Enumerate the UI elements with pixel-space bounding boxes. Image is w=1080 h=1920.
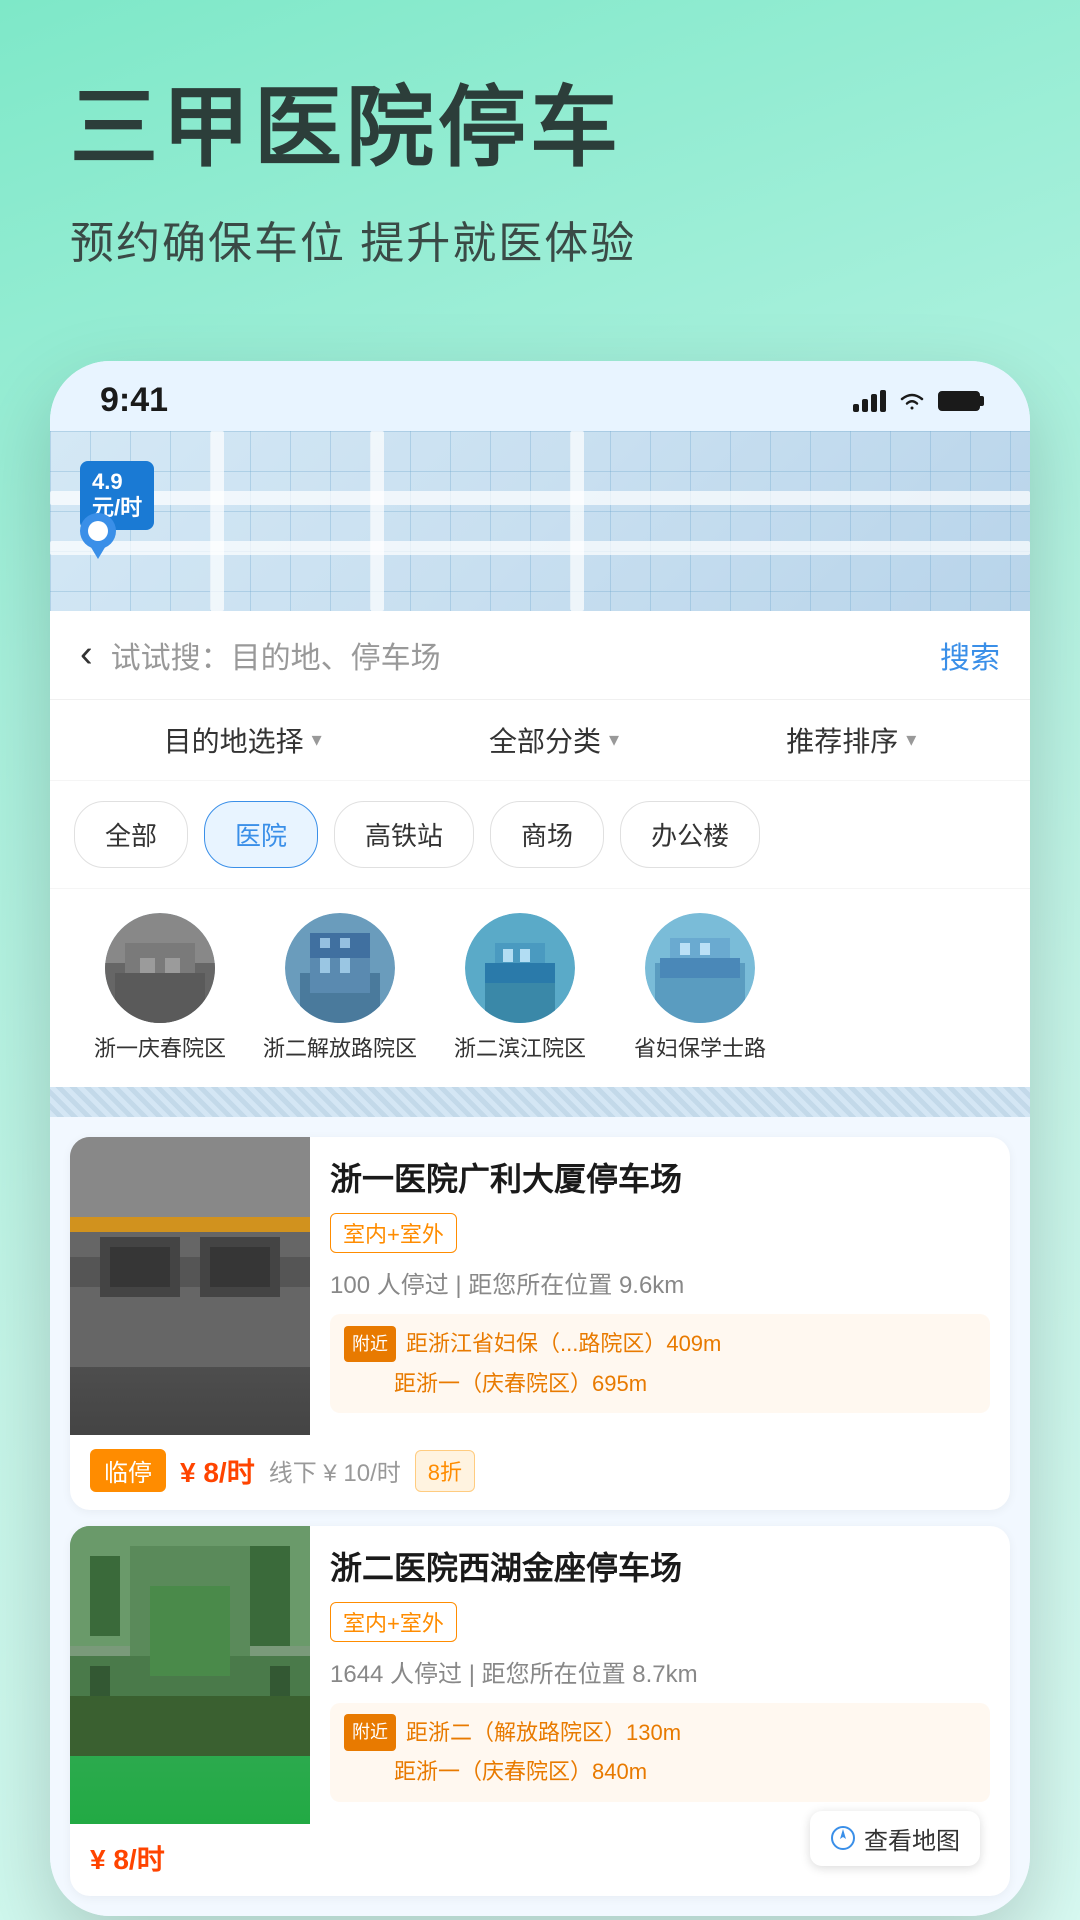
hospital-item-0[interactable]: 浙一庆春院区 xyxy=(70,913,250,1064)
nearby-label: 附近 xyxy=(344,1326,396,1362)
hospital-name-0: 浙一庆春院区 xyxy=(94,1035,226,1064)
hospital-name-1: 浙二解放路院区 xyxy=(263,1035,417,1064)
card-2-price-main: ¥ 8/时 xyxy=(90,1838,165,1878)
filter-sort-arrow: ▾ xyxy=(906,727,916,752)
signal-icon xyxy=(853,390,886,412)
card-1-price-original: 线下 ¥ 10/时 xyxy=(269,1453,401,1488)
card-2-nearby: 附近 距浙二（解放路院区）130m 距浙一（庆春院区）840m xyxy=(330,1703,990,1802)
parking-card-1[interactable]: 浙一医院广利大厦停车场 室内+室外 100 人停过 | 距您所在位置 9.6km… xyxy=(70,1137,1010,1510)
hospital-avatar-3 xyxy=(645,913,755,1023)
card-1-price-tag: 临停 xyxy=(90,1449,166,1492)
tab-highspeed[interactable]: 高铁站 xyxy=(334,801,474,868)
card-1-stats: 100 人停过 | 距您所在位置 9.6km xyxy=(330,1265,990,1300)
cards-area: 浙一医院广利大厦停车场 室内+室外 100 人停过 | 距您所在位置 9.6km… xyxy=(50,1117,1030,1916)
filter-sort[interactable]: 推荐排序 ▾ xyxy=(786,720,916,760)
card-1-nearby: 附近 距浙江省妇保（...路院区）409m 距浙一（庆春院区）695m xyxy=(330,1314,990,1413)
filter-destination-arrow: ▾ xyxy=(312,727,322,752)
hospital-item-1[interactable]: 浙二解放路院区 xyxy=(250,913,430,1064)
filter-row: 目的地选择 ▾ 全部分类 ▾ 推荐排序 ▾ xyxy=(50,700,1030,781)
card-2-title: 浙二医院西湖金座停车场 xyxy=(330,1548,990,1590)
tab-hospital[interactable]: 医院 xyxy=(204,801,318,868)
card-1-price-row: 临停 ¥ 8/时 线下 ¥ 10/时 8折 xyxy=(70,1435,1010,1510)
hospital-avatar-1 xyxy=(285,913,395,1023)
filter-destination[interactable]: 目的地选择 ▾ xyxy=(164,720,322,760)
card-2-nearby-0: 距浙二（解放路院区）130m xyxy=(406,1713,681,1753)
hospital-name-2: 浙二滨江院区 xyxy=(454,1035,586,1064)
search-bar: ‹ 试试搜：目的地、停车场 搜索 xyxy=(50,611,1030,700)
card-1-nearby-0: 距浙江省妇保（...路院区）409m xyxy=(406,1324,721,1364)
filter-category[interactable]: 全部分类 ▾ xyxy=(489,720,619,760)
filter-category-arrow: ▾ xyxy=(609,727,619,752)
map-pin xyxy=(78,511,118,566)
map-crosshatch xyxy=(50,1087,1030,1117)
card-1-price-main: ¥ 8/时 xyxy=(180,1451,255,1491)
phone-mockup: 9:41 xyxy=(50,361,1030,1916)
hospital-item-2[interactable]: 浙二滨江院区 xyxy=(430,913,610,1064)
card-1-badge: 室内+室外 xyxy=(330,1213,457,1253)
status-time: 9:41 xyxy=(100,381,168,420)
hospital-icons-row: 浙一庆春院区 浙二解放路院区 xyxy=(50,889,1030,1088)
hospital-avatar-0 xyxy=(105,913,215,1023)
tab-all[interactable]: 全部 xyxy=(74,801,188,868)
map-grid xyxy=(50,431,1030,611)
search-input[interactable]: 试试搜：目的地、停车场 xyxy=(111,633,922,677)
card-1-top: 浙一医院广利大厦停车场 室内+室外 100 人停过 | 距您所在位置 9.6km… xyxy=(70,1137,1010,1435)
hero-subtitle: 预约确保车位 提升就医体验 xyxy=(70,207,1010,271)
status-icons xyxy=(853,390,980,412)
card-1-nearby-1: 距浙一（庆春院区）695m xyxy=(394,1364,647,1404)
card-2-image xyxy=(70,1526,310,1824)
hero-section: 三甲医院停车 预约确保车位 提升就医体验 xyxy=(0,0,1080,331)
search-button[interactable]: 搜索 xyxy=(940,633,1000,677)
card-2-badge: 室内+室外 xyxy=(330,1602,457,1642)
hospital-avatar-2 xyxy=(465,913,575,1023)
navigation-icon xyxy=(830,1825,856,1851)
card-1-image xyxy=(70,1137,310,1435)
tab-mall[interactable]: 商场 xyxy=(490,801,604,868)
tab-office[interactable]: 办公楼 xyxy=(620,801,760,868)
hero-title: 三甲医院停车 xyxy=(70,80,1010,177)
back-button[interactable]: ‹ xyxy=(80,633,93,676)
card-2-info: 浙二医院西湖金座停车场 室内+室外 1644 人停过 | 距您所在位置 8.7k… xyxy=(310,1526,1010,1824)
map-view-label: 查看地图 xyxy=(864,1821,960,1856)
parking-card-2[interactable]: 浙二医院西湖金座停车场 室内+室外 1644 人停过 | 距您所在位置 8.7k… xyxy=(70,1526,1010,1896)
category-tabs: 全部 医院 高铁站 商场 办公楼 xyxy=(50,781,1030,889)
hospital-item-3[interactable]: 省妇保学士路 xyxy=(610,913,790,1064)
wifi-icon xyxy=(898,390,926,412)
map-view-button[interactable]: 查看地图 xyxy=(810,1811,980,1866)
card-1-info: 浙一医院广利大厦停车场 室内+室外 100 人停过 | 距您所在位置 9.6km… xyxy=(310,1137,1010,1435)
status-bar: 9:41 xyxy=(50,361,1030,431)
card-1-discount: 8折 xyxy=(415,1450,475,1492)
phone-wrapper: 9:41 xyxy=(0,361,1080,1916)
card-2-stats: 1644 人停过 | 距您所在位置 8.7km xyxy=(330,1654,990,1689)
card-2-top: 浙二医院西湖金座停车场 室内+室外 1644 人停过 | 距您所在位置 8.7k… xyxy=(70,1526,1010,1824)
battery-icon xyxy=(938,391,980,411)
map-area: 4.9 元/时 xyxy=(50,431,1030,611)
hospital-name-3: 省妇保学士路 xyxy=(634,1035,766,1064)
card-1-title: 浙一医院广利大厦停车场 xyxy=(330,1159,990,1201)
nearby-label-2: 附近 xyxy=(344,1714,396,1750)
card-2-nearby-1: 距浙一（庆春院区）840m xyxy=(394,1752,647,1792)
